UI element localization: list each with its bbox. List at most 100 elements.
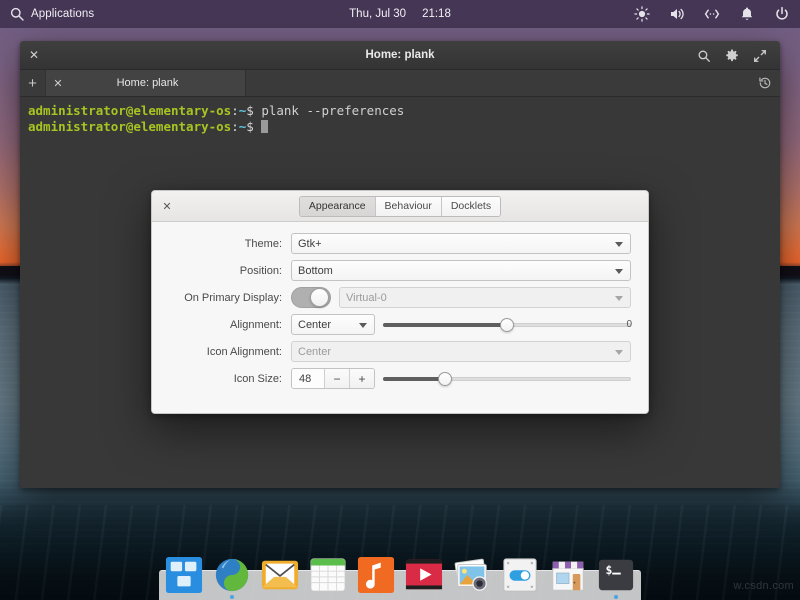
dock-item-mail[interactable] <box>259 553 302 596</box>
terminal-prompt-dollar: $ <box>246 103 254 118</box>
tab-appearance[interactable]: Appearance <box>300 197 376 216</box>
chevron-down-icon <box>615 269 623 274</box>
panel-date: Thu, Jul 30 <box>349 8 406 20</box>
search-icon[interactable] <box>690 41 718 70</box>
dock-item-calendar[interactable] <box>307 553 350 596</box>
icon-alignment-label: Icon Alignment: <box>169 346 291 358</box>
slider-knob[interactable] <box>500 318 514 332</box>
gear-icon[interactable] <box>718 41 746 70</box>
panel-time: 21:18 <box>422 8 451 20</box>
icon-size-increment-button[interactable]: + <box>349 369 374 388</box>
chevron-down-icon <box>359 323 367 328</box>
icon-size-decrement-button[interactable]: − <box>324 369 349 388</box>
tab-behaviour[interactable]: Behaviour <box>376 197 442 216</box>
terminal-cursor <box>261 120 268 133</box>
slider-knob[interactable] <box>438 372 452 386</box>
notifications-bell-icon[interactable] <box>739 6 755 22</box>
dock-item-applications-menu[interactable] <box>163 553 206 596</box>
desktop: Applications Thu, Jul 30 21:18 <box>0 0 800 600</box>
chevron-down-icon <box>615 350 623 355</box>
panel-indicators <box>634 0 790 28</box>
slider-fill <box>383 377 445 381</box>
toggle-knob <box>310 288 329 307</box>
terminal-tabbar: + ✕ Home: plank <box>20 70 780 97</box>
new-tab-button[interactable]: + <box>20 70 46 96</box>
music-icon <box>357 556 395 594</box>
dock-item-web-browser[interactable] <box>211 553 254 596</box>
brightness-icon[interactable] <box>634 6 650 22</box>
plank-close-button[interactable]: ✕ <box>152 191 182 222</box>
terminal-line: administrator@elementary-os:~$ <box>28 119 772 135</box>
plank-dock: $ <box>159 552 641 600</box>
tabbar-empty-space <box>246 70 750 96</box>
running-indicator <box>614 595 618 599</box>
videos-icon <box>405 556 443 594</box>
terminal-icon: $ <box>597 556 635 594</box>
volume-icon[interactable] <box>669 6 685 22</box>
primary-display-toggle[interactable] <box>291 287 331 308</box>
terminal-titlebar: ✕ Home: plank <box>20 41 780 70</box>
alignment-row: Alignment: Center 0 <box>169 314 631 335</box>
web-browser-icon <box>213 556 251 594</box>
primary-display-label: On Primary Display: <box>169 292 291 304</box>
alignment-label: Alignment: <box>169 319 291 331</box>
search-icon <box>9 6 25 22</box>
fullscreen-icon[interactable] <box>746 41 774 70</box>
primary-display-row: On Primary Display: Virtual-0 <box>169 287 631 308</box>
terminal-prompt-user: administrator@elementary-os <box>28 103 231 118</box>
position-combobox[interactable]: Bottom <box>291 260 631 281</box>
terminal-prompt-colon: : <box>231 103 239 118</box>
icon-alignment-combobox[interactable]: Center <box>291 341 631 362</box>
alignment-offset-slider[interactable]: 0 <box>383 314 631 335</box>
dock-item-music[interactable] <box>355 553 398 596</box>
applications-label: Applications <box>31 8 94 20</box>
theme-label: Theme: <box>169 238 291 250</box>
position-row: Position: Bottom <box>169 260 631 281</box>
chevron-down-icon <box>615 296 623 301</box>
plank-headerbar: ✕ Appearance Behaviour Docklets <box>152 191 648 222</box>
dock-item-terminal[interactable]: $ <box>595 553 638 596</box>
icon-alignment-value: Center <box>298 346 331 358</box>
appcenter-icon <box>549 556 587 594</box>
alignment-combobox[interactable]: Center <box>291 314 375 335</box>
running-indicator <box>230 595 234 599</box>
position-label: Position: <box>169 265 291 277</box>
icon-size-slider[interactable] <box>383 368 631 389</box>
power-icon[interactable] <box>774 6 790 22</box>
terminal-prompt-colon: : <box>231 119 239 134</box>
terminal-line: administrator@elementary-os:~$ plank --p… <box>28 103 772 119</box>
monitor-combobox[interactable]: Virtual-0 <box>339 287 631 308</box>
icon-size-value[interactable]: 48 <box>292 369 324 388</box>
theme-combobox[interactable]: Gtk+ <box>291 233 631 254</box>
monitor-value: Virtual-0 <box>346 292 387 304</box>
system-settings-icon <box>501 556 539 594</box>
dock-item-videos[interactable] <box>403 553 446 596</box>
alignment-value: Center <box>298 319 331 331</box>
icon-size-stepper[interactable]: 48 − + <box>291 368 375 389</box>
terminal-command: plank --preferences <box>254 103 405 118</box>
dock-item-appcenter[interactable] <box>547 553 590 596</box>
icon-alignment-row: Icon Alignment: Center <box>169 341 631 362</box>
chevron-down-icon <box>615 242 623 247</box>
slider-fill <box>383 323 507 327</box>
tab-close-button[interactable]: ✕ <box>46 77 70 90</box>
network-icon[interactable] <box>704 6 720 22</box>
history-icon[interactable] <box>750 70 780 96</box>
appearance-settings-panel: Theme: Gtk+ Position: Bottom On Primary … <box>152 222 648 413</box>
calendar-icon <box>309 556 347 594</box>
dock-item-photos[interactable] <box>451 553 494 596</box>
applications-menu-button[interactable]: Applications <box>0 6 94 22</box>
terminal-close-button[interactable]: ✕ <box>20 41 48 70</box>
terminal-window-title: Home: plank <box>20 41 780 70</box>
terminal-tab[interactable]: ✕ Home: plank <box>46 70 246 96</box>
terminal-prompt-dollar: $ <box>246 119 254 134</box>
icon-size-label: Icon Size: <box>169 373 291 385</box>
svg-text:$: $ <box>606 563 613 577</box>
plank-tab-bar: Appearance Behaviour Docklets <box>152 191 648 222</box>
theme-value: Gtk+ <box>298 238 322 250</box>
tab-docklets[interactable]: Docklets <box>442 197 500 216</box>
terminal-prompt-user: administrator@elementary-os <box>28 119 231 134</box>
icon-size-row: Icon Size: 48 − + <box>169 368 631 389</box>
dock-item-system-settings[interactable] <box>499 553 542 596</box>
plank-preferences-dialog: ✕ Appearance Behaviour Docklets Theme: G… <box>151 190 649 414</box>
